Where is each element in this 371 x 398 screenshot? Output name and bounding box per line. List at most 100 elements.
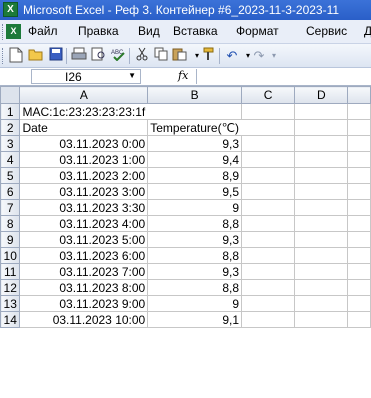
cell-c[interactable] [241,103,296,120]
row-header[interactable]: 10 [0,247,21,264]
print-preview-icon[interactable] [90,47,108,65]
name-box[interactable]: I26 ▼ [31,69,141,84]
row-header[interactable]: 5 [0,167,21,184]
new-icon[interactable] [7,47,25,65]
temperature-cell[interactable]: 9 [147,295,243,312]
cell-e[interactable] [347,231,371,248]
column-header-a[interactable]: A [19,86,149,104]
column-header-d[interactable]: D [294,86,349,104]
cell-d[interactable] [294,151,349,168]
cell-d[interactable] [294,263,349,280]
cell-d[interactable] [294,215,349,232]
menu-format[interactable]: Формат [236,24,279,38]
date-cell[interactable]: 03.11.2023 7:00 [19,263,149,280]
cell-d[interactable] [294,295,349,312]
cell-e[interactable] [347,215,371,232]
cell-c[interactable] [241,279,296,296]
cell-e[interactable] [347,279,371,296]
date-cell[interactable]: 03.11.2023 3:30 [19,199,149,216]
cell-c[interactable] [241,247,296,264]
workbook-icon[interactable]: X [6,24,21,39]
menu-file[interactable]: Файл [28,24,58,38]
date-cell[interactable]: 03.11.2023 6:00 [19,247,149,264]
column-header-c[interactable]: C [241,86,296,104]
open-icon[interactable] [27,47,45,65]
menu-tools[interactable]: Сервис [306,24,347,38]
cell-d[interactable] [294,279,349,296]
row-header[interactable]: 11 [0,263,21,280]
cell-c[interactable] [241,167,296,184]
cell-e[interactable] [347,247,371,264]
save-icon[interactable] [47,47,65,65]
temperature-cell[interactable]: 8,8 [147,279,243,296]
cell-e[interactable] [347,295,371,312]
temperature-cell[interactable]: 9,5 [147,183,243,200]
name-box-dropdown-icon[interactable]: ▼ [128,71,136,80]
cell-e[interactable] [347,151,371,168]
cell-c[interactable] [241,295,296,312]
cell-e[interactable] [347,199,371,216]
date-cell[interactable]: 03.11.2023 0:00 [19,135,149,152]
select-all-corner[interactable] [0,86,21,104]
cell-d[interactable] [294,103,349,120]
date-cell[interactable]: 03.11.2023 5:00 [19,231,149,248]
redo-dropdown-icon[interactable]: ▾ [265,47,283,65]
cell-e[interactable] [347,119,371,136]
date-cell[interactable]: 03.11.2023 3:00 [19,183,149,200]
row-header[interactable]: 2 [0,119,21,136]
format-painter-icon[interactable] [200,47,218,65]
spelling-icon[interactable]: ABC [110,47,128,65]
cell-e[interactable] [347,103,371,120]
row-header[interactable]: 14 [0,311,21,328]
copy-icon[interactable] [152,47,170,65]
temperature-cell[interactable]: 9,3 [147,263,243,280]
date-cell[interactable]: 03.11.2023 10:00 [19,311,149,328]
cell-e[interactable] [347,183,371,200]
cell-d[interactable] [294,183,349,200]
cell-b1[interactable] [147,103,243,120]
formula-input[interactable] [196,69,371,84]
cell-e[interactable] [347,263,371,280]
row-header[interactable]: 1 [0,103,21,120]
toolbar-grip[interactable] [2,48,5,64]
temperature-cell[interactable]: 8,8 [147,215,243,232]
temperature-cell[interactable]: 8,8 [147,247,243,264]
cell-e[interactable] [347,135,371,152]
menu-data[interactable]: Д [364,24,371,38]
column-header-e[interactable] [347,86,371,104]
cell-c[interactable] [241,263,296,280]
cell-a1[interactable]: MAC:1c:23:23:23:23:1f [19,103,148,120]
cell-c[interactable] [241,199,296,216]
print-icon[interactable] [70,47,88,65]
cell-e[interactable] [347,167,371,184]
row-header[interactable]: 3 [0,135,21,152]
column-header-b[interactable]: B [147,86,243,104]
cell-c[interactable] [241,215,296,232]
cell-c[interactable] [241,135,296,152]
cell-d[interactable] [294,231,349,248]
insert-function-icon[interactable]: fx [178,69,188,82]
cell-d[interactable] [294,311,349,328]
row-header[interactable]: 13 [0,295,21,312]
cell-a2[interactable]: Date [19,119,149,136]
row-header[interactable]: 4 [0,151,21,168]
temperature-cell[interactable]: 8,9 [147,167,243,184]
cell-d[interactable] [294,199,349,216]
temperature-cell[interactable]: 9,3 [147,231,243,248]
row-header[interactable]: 8 [0,215,21,232]
cell-c[interactable] [241,231,296,248]
date-cell[interactable]: 03.11.2023 9:00 [19,295,149,312]
menu-insert[interactable]: Вставка [173,24,218,38]
menu-edit[interactable]: Правка [78,24,119,38]
cell-c[interactable] [241,311,296,328]
temperature-cell[interactable]: 9,4 [147,151,243,168]
cell-b2[interactable]: Temperature(℃) [147,119,242,136]
row-header[interactable]: 12 [0,279,21,296]
cell-c[interactable] [241,119,296,136]
date-cell[interactable]: 03.11.2023 2:00 [19,167,149,184]
date-cell[interactable]: 03.11.2023 4:00 [19,215,149,232]
row-header[interactable]: 6 [0,183,21,200]
cell-c[interactable] [241,151,296,168]
excel-app-icon[interactable]: X [3,2,18,17]
cell-d[interactable] [294,247,349,264]
